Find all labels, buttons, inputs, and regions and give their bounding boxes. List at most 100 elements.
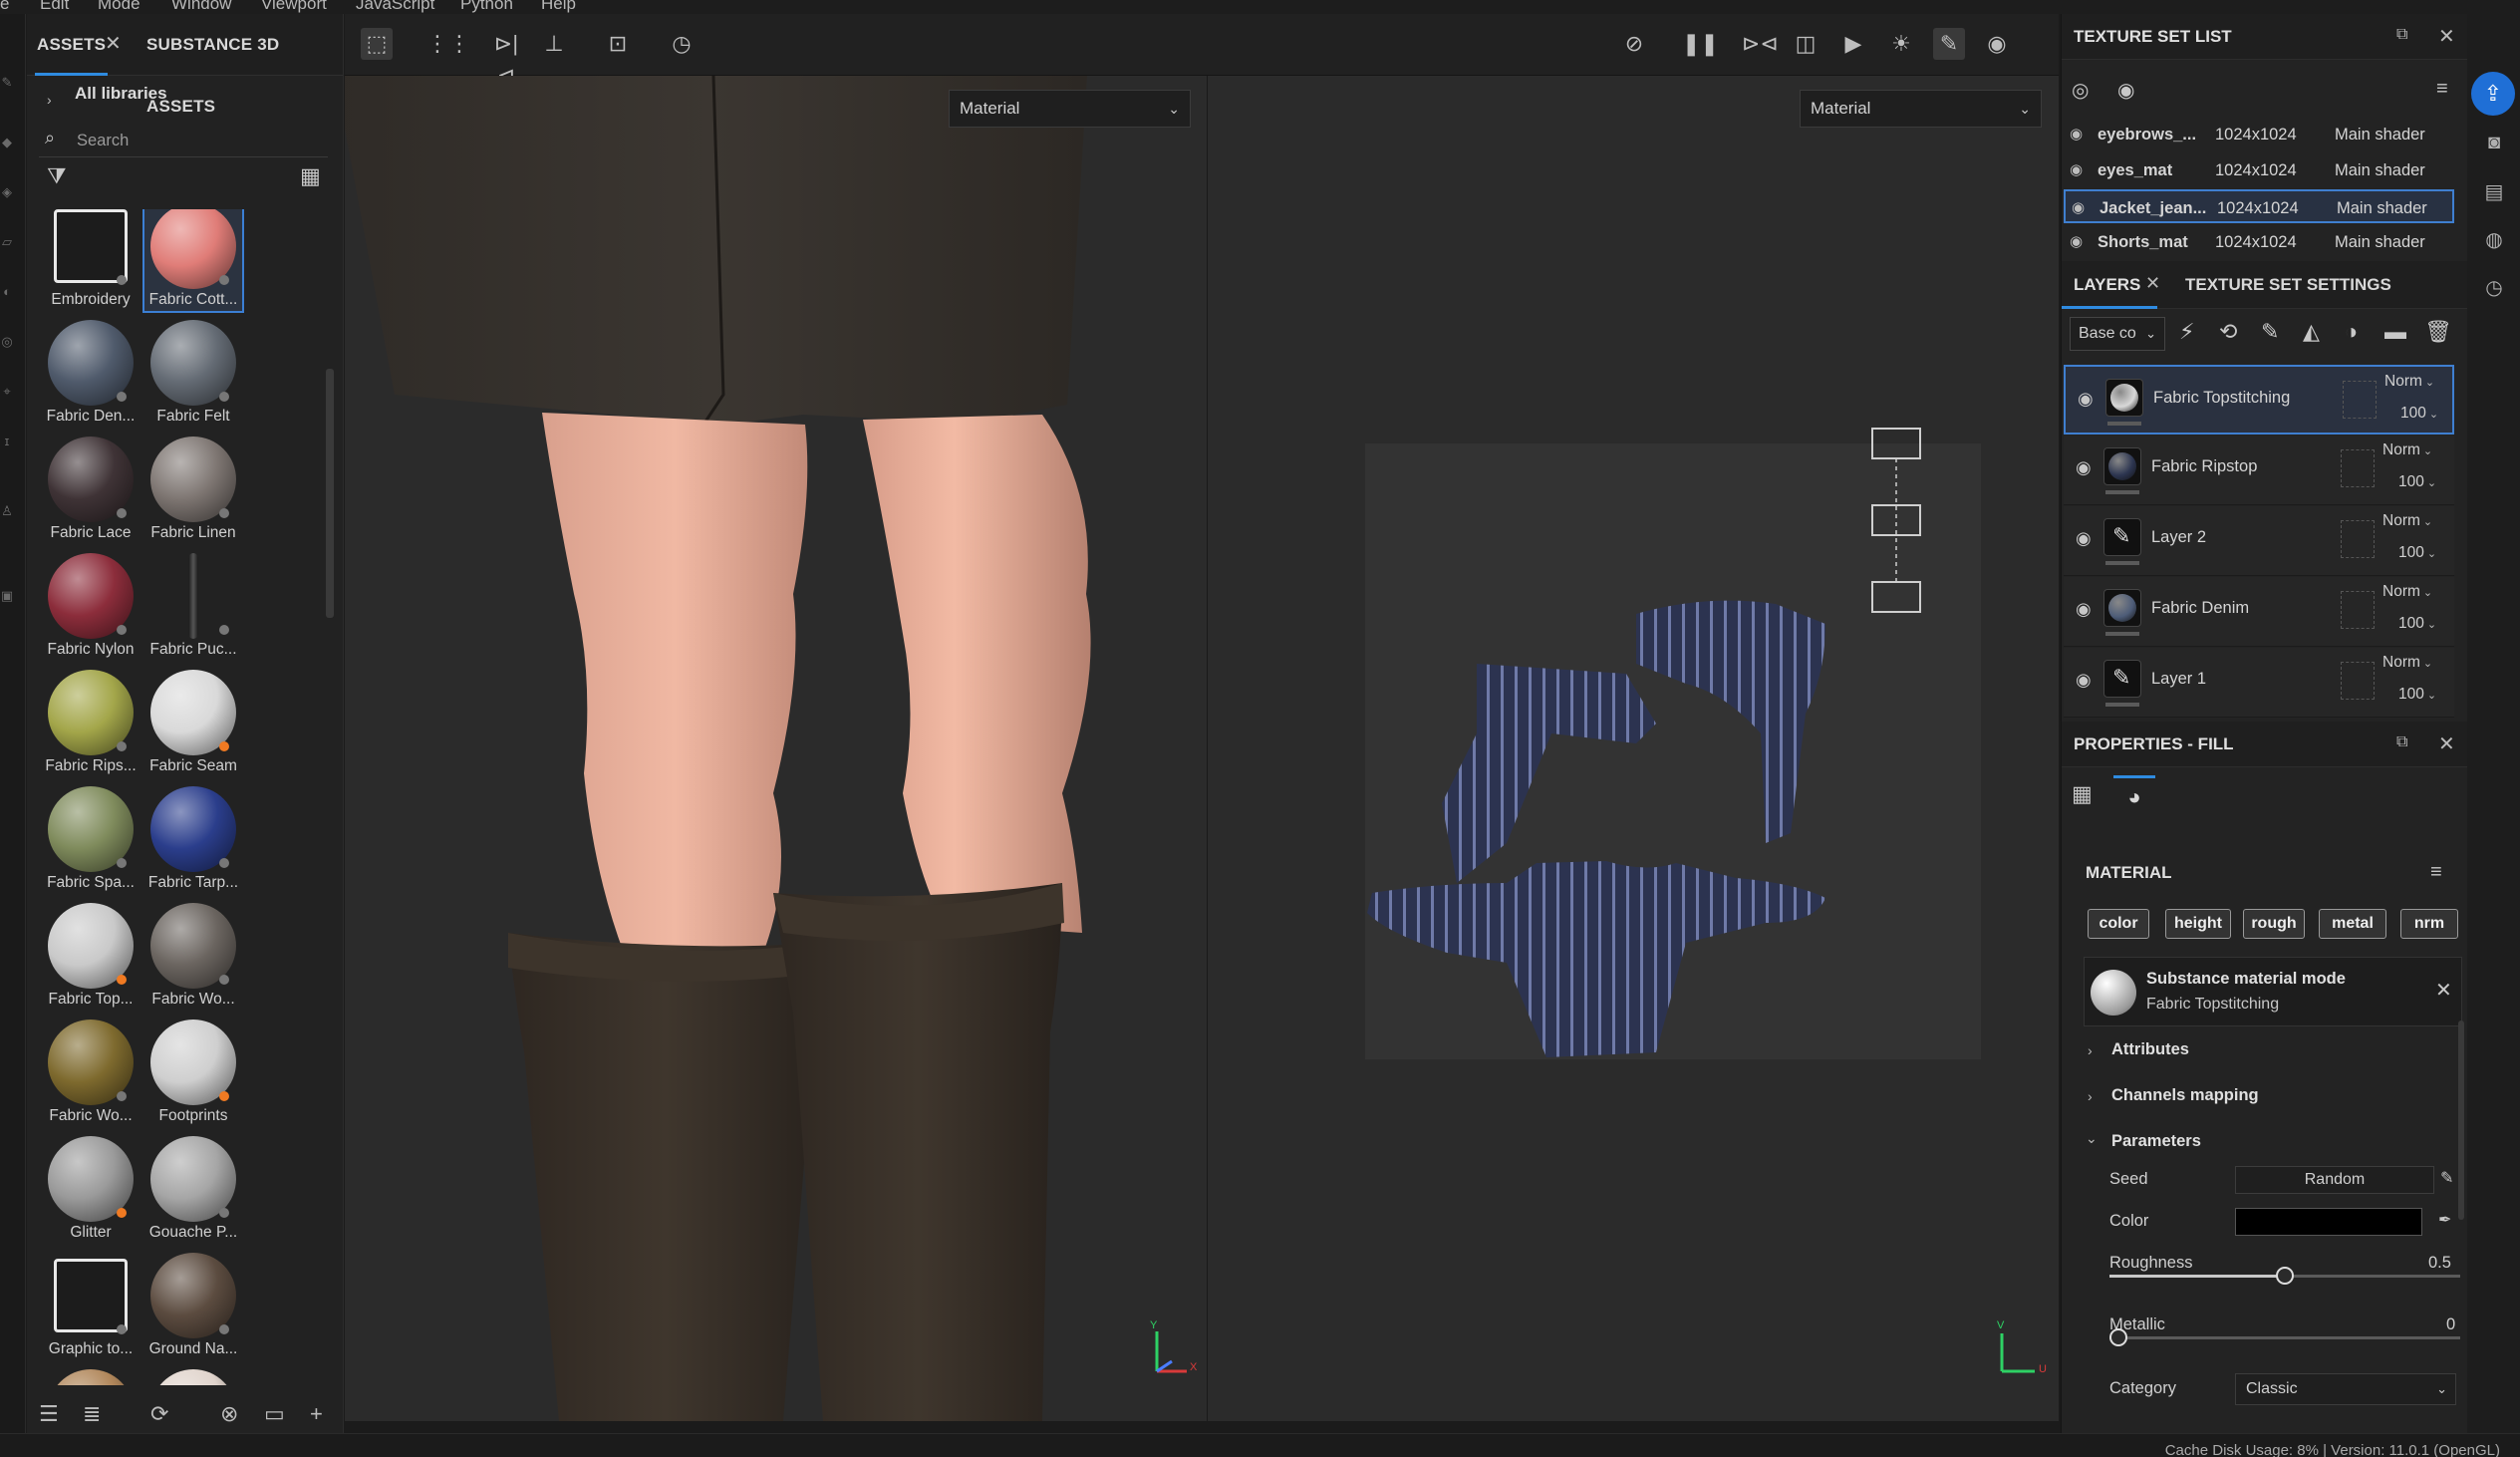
refresh-icon[interactable]: ⟳ [150, 1401, 168, 1427]
layer-row[interactable]: ◉ Fabric Ripstop Norm ⌄ 100 ⌄ [2064, 436, 2454, 505]
asset-thumbnail[interactable]: Fabric Rips... [41, 664, 140, 778]
layer-blend-mode[interactable]: Norm ⌄ [2382, 583, 2432, 601]
layer-name[interactable]: Fabric Topstitching [2153, 389, 2290, 408]
menu-javascript[interactable]: JavaScript [356, 0, 434, 14]
layer-mask-slot[interactable] [2341, 591, 2375, 629]
clone-tool-icon[interactable]: ◎ [0, 333, 14, 351]
clear-filter-icon[interactable]: ⊗ [220, 1401, 238, 1427]
asset-thumbnail[interactable]: Glitter [41, 1130, 140, 1245]
mirror-icon[interactable]: ⊳⊲ [1742, 28, 1779, 60]
tab-texture-set-settings[interactable]: TEXTURE SET SETTINGS [2185, 275, 2391, 295]
category-dropdown[interactable]: Classic ⌄ [2235, 1373, 2456, 1405]
asset-thumbnail[interactable]: Fabric Linen [143, 431, 243, 545]
layer-blend-mode[interactable]: Norm ⌄ [2382, 512, 2432, 530]
layer-opacity[interactable]: 100 ⌄ [2400, 405, 2438, 423]
tab-substance-3d-assets[interactable]: SUBSTANCE 3D ASSETS [146, 14, 343, 116]
eraser-tool-icon[interactable]: ◆ [0, 134, 14, 151]
all-libraries-link[interactable]: All libraries [75, 84, 167, 104]
close-icon[interactable]: ✕ [2438, 731, 2455, 756]
visibility-toggle-icon[interactable]: ◎ [2072, 78, 2089, 103]
menu-mode[interactable]: Mode [98, 0, 140, 14]
layer-row[interactable]: ◉ ✎ Layer 2 Norm ⌄ 100 ⌄ [2064, 506, 2454, 576]
asset-thumbnail[interactable]: Fabric Nylon [41, 547, 140, 662]
viewport-3d-channel-dropdown[interactable]: Material ⌄ [949, 90, 1191, 128]
texture-set-row[interactable]: ◉ eyes_mat 1024x1024 Main shader [2064, 153, 2454, 187]
close-icon[interactable]: ✕ [2435, 978, 2452, 1003]
channel-rough-toggle[interactable]: rough [2243, 909, 2305, 939]
chevron-right-icon[interactable]: › [2088, 1042, 2093, 1058]
layer-name[interactable]: Fabric Ripstop [2151, 457, 2257, 476]
grid-view-icon[interactable]: ▦ [300, 163, 321, 189]
menu-python[interactable]: Python [460, 0, 513, 14]
layer-row[interactable]: ◉ ✎ Layer 1 Norm ⌄ 100 ⌄ [2064, 648, 2454, 718]
tab-layers[interactable]: LAYERS [2074, 275, 2140, 295]
folder-icon[interactable]: ▭ [264, 1401, 285, 1427]
layer-name[interactable]: Fabric Denim [2151, 599, 2249, 618]
texture-set-shader[interactable]: Main shader [2337, 191, 2427, 225]
eye-icon[interactable]: ◉ [2072, 191, 2085, 225]
layer-blend-mode[interactable]: Norm ⌄ [2382, 654, 2432, 672]
edit-icon[interactable]: ✎ [2440, 1168, 2453, 1188]
channel-color-toggle[interactable]: color [2088, 909, 2149, 939]
pause-icon[interactable]: ❚❚ [1682, 28, 1719, 60]
list-options-icon[interactable]: ≣ [83, 1401, 101, 1427]
menu-edit[interactable]: Edit [40, 0, 69, 14]
color-swatch[interactable] [2235, 1208, 2422, 1236]
metallic-slider-knob[interactable] [2109, 1328, 2127, 1346]
asset-thumbnail[interactable]: Fabric Tarp... [143, 780, 243, 895]
layer-name[interactable]: Layer 2 [2151, 528, 2206, 547]
texture-set-row-selected[interactable]: ◉ Jacket_jean... 1024x1024 Main shader [2064, 189, 2454, 223]
asset-thumbnail[interactable]: Footprints [143, 1014, 243, 1128]
camera-icon[interactable]: ▶ [1837, 28, 1869, 60]
shelf-icon[interactable]: ▤ [2481, 179, 2507, 205]
eye-icon[interactable]: ◉ [2076, 670, 2092, 691]
layer-mask-slot[interactable] [2341, 662, 2375, 700]
layer-mask-slot[interactable] [2341, 449, 2375, 487]
share-icon[interactable]: ⇪ [2471, 72, 2515, 116]
material-menu-icon[interactable]: ≡ [2430, 861, 2442, 884]
brush-tool-icon[interactable]: ✎ [0, 74, 14, 92]
asset-thumbnail[interactable]: Fabric Puc... [143, 547, 243, 662]
channel-height-toggle[interactable]: height [2165, 909, 2231, 939]
close-icon[interactable]: ✕ [105, 34, 122, 54]
asset-thumbnail[interactable]: Gouache P... [143, 1130, 243, 1245]
search-input[interactable]: Search [77, 132, 129, 150]
asset-thumbnail[interactable] [41, 1363, 140, 1385]
eye-icon[interactable]: ◉ [2070, 225, 2083, 259]
roughness-value[interactable]: 0.5 [2428, 1254, 2451, 1273]
menu-help[interactable]: Help [541, 0, 576, 14]
asset-thumbnail[interactable]: Fabric Wo... [41, 1014, 140, 1128]
cube-icon[interactable]: ◫ [1790, 28, 1821, 60]
asset-thumbnail[interactable]: Fabric Felt [143, 314, 243, 429]
layer-row[interactable]: ◉ Fabric Topstitching Norm ⌄ 100 ⌄ [2064, 365, 2454, 435]
material-mode-card[interactable]: Substance material mode Fabric Topstitch… [2084, 957, 2462, 1026]
layer-blend-mode[interactable]: Norm ⌄ [2382, 441, 2432, 459]
lighting-icon[interactable]: ☀ [1885, 28, 1917, 60]
channels-mapping-section[interactable]: Channels mapping [2111, 1086, 2259, 1105]
frame-icon[interactable]: ⊡ [602, 28, 634, 60]
display-settings-icon[interactable]: ◙ [2481, 130, 2507, 155]
projection-tool-icon[interactable]: ◈ [0, 183, 14, 201]
layer-opacity[interactable]: 100 ⌄ [2398, 615, 2436, 633]
eye-icon[interactable]: ◉ [2070, 153, 2083, 187]
chevron-right-icon[interactable]: › [2088, 1088, 2093, 1104]
add-icon[interactable]: + [310, 1401, 323, 1427]
attributes-section[interactable]: Attributes [2111, 1040, 2189, 1059]
layer-opacity[interactable]: 100 ⌄ [2398, 544, 2436, 562]
person-icon[interactable]: ♙ [0, 502, 14, 520]
eye-icon[interactable]: ◉ [2076, 599, 2092, 620]
viewport-2d-uv[interactable]: Material ⌄ V U [1208, 76, 2059, 1421]
history-icon[interactable]: ◷ [2481, 275, 2507, 301]
layer-blend-mode[interactable]: Norm ⌄ [2384, 373, 2434, 391]
eye-icon[interactable]: ◉ [2076, 457, 2092, 478]
add-smart-material-icon[interactable]: ◑ [2345, 319, 2358, 345]
selection-mode-icon[interactable]: ⬚ [361, 28, 393, 60]
picker-tool-icon[interactable]: ⌖ [0, 383, 14, 401]
align-icon[interactable]: ⊥ [538, 28, 570, 60]
asset-thumbnail[interactable]: Fabric Lace [41, 431, 140, 545]
asset-thumbnail[interactable]: Fabric Top... [41, 897, 140, 1012]
filter-icon[interactable]: ⧩ [47, 163, 67, 189]
properties-scrollbar[interactable] [2458, 1020, 2464, 1220]
delete-layer-icon[interactable]: 🗑 [2424, 319, 2452, 345]
screenshot-icon[interactable]: ◉ [1981, 28, 2013, 60]
